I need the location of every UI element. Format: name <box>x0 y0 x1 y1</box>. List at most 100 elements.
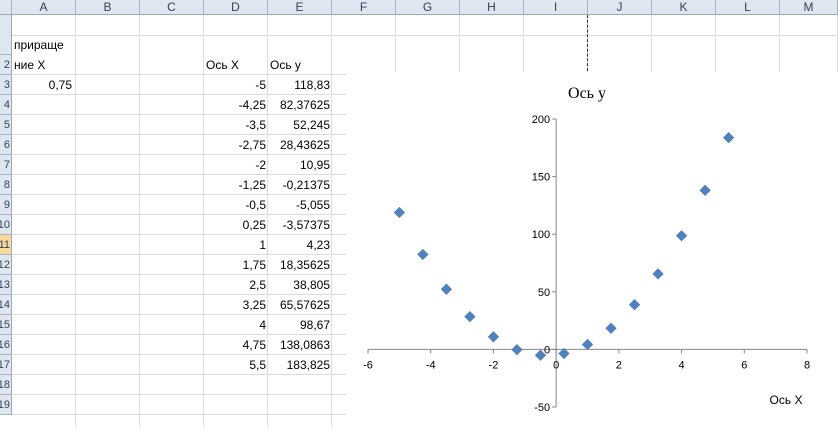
grid-col-line <box>75 15 76 427</box>
cell-y-value[interactable]: 10,95 <box>268 158 330 173</box>
cell-x-value[interactable]: -5 <box>204 78 266 93</box>
cell-y-value[interactable]: -0,21375 <box>268 178 330 193</box>
cell-a1-label-cont[interactable]: ние X <box>14 58 76 73</box>
y-tick-label: 200 <box>532 114 550 126</box>
cell-x-value[interactable]: 5,5 <box>204 358 266 373</box>
row-header-9[interactable]: 9 <box>0 195 12 215</box>
cell-x-value[interactable]: 1,75 <box>204 258 266 273</box>
row-number: 9 <box>3 198 10 211</box>
cell-x-value[interactable]: 2,5 <box>204 278 266 293</box>
row-header-13[interactable]: 13 <box>0 275 12 295</box>
cell-a1-label[interactable]: прираще <box>14 38 76 53</box>
cell-x-value[interactable]: 0,25 <box>204 218 266 233</box>
row-header-4[interactable]: 4 <box>0 95 12 115</box>
row-header-16[interactable]: 16 <box>0 335 12 355</box>
cell-e2-header[interactable]: Ось y <box>270 58 330 73</box>
data-point <box>487 331 500 343</box>
row-number: 18 <box>0 378 10 391</box>
data-point <box>699 184 711 196</box>
row-header-5[interactable]: 5 <box>0 115 12 135</box>
cell-y-value[interactable]: 65,57625 <box>268 298 330 313</box>
row-header-1[interactable] <box>0 15 12 55</box>
data-point <box>511 343 523 356</box>
row-header-3[interactable]: 3 <box>0 75 12 95</box>
data-point <box>393 206 406 219</box>
scatter-chart[interactable]: Ось y -50 0 50 100 150 200 -6 -4 -2 0 2 4 6 8 Ось X <box>346 72 838 427</box>
cell-a3-increment[interactable]: 0,75 <box>12 78 72 93</box>
select-all-corner[interactable] <box>0 0 12 15</box>
cell-y-value[interactable]: 38,805 <box>268 278 330 293</box>
cell-y-value[interactable]: 82,37625 <box>268 98 330 113</box>
cell-x-value[interactable]: -4,25 <box>204 98 266 113</box>
data-point <box>628 299 641 311</box>
row-number: 5 <box>3 118 10 131</box>
cell-y-value[interactable]: -5,055 <box>268 198 330 213</box>
row-header-18[interactable]: 18 <box>0 375 12 395</box>
cell-y-value[interactable]: 118,83 <box>268 78 330 93</box>
row-number: 4 <box>3 98 10 111</box>
data-point <box>722 131 735 144</box>
column-header-j[interactable]: J <box>588 0 652 15</box>
column-header-i[interactable]: I <box>524 0 588 15</box>
row-header-14[interactable]: 14 <box>0 295 12 315</box>
cell-x-value[interactable]: -2 <box>204 158 266 173</box>
cell-x-value[interactable]: -1,25 <box>204 178 266 193</box>
cell-y-value[interactable]: 28,43625 <box>268 138 330 153</box>
column-header-l[interactable]: L <box>716 0 780 15</box>
x-tick-label: 8 <box>804 359 810 371</box>
row-number: 14 <box>0 298 10 311</box>
cell-y-value[interactable]: 138,0863 <box>268 338 330 353</box>
cell-y-value[interactable]: 52,245 <box>268 118 330 133</box>
row-header-17[interactable]: 17 <box>0 355 12 375</box>
y-tick-label: 100 <box>532 229 550 241</box>
cell-x-value[interactable]: -0,5 <box>204 198 266 213</box>
cell-d2-header[interactable]: Ось X <box>206 58 266 73</box>
column-header-g[interactable]: G <box>396 0 460 15</box>
column-header-h[interactable]: H <box>460 0 524 15</box>
cell-y-value[interactable]: 183,825 <box>268 358 330 373</box>
chart-title: Ось y <box>568 85 606 102</box>
row-header-11[interactable]: 11 <box>0 235 12 255</box>
column-header-b[interactable]: B <box>76 0 140 15</box>
column-header-f[interactable]: F <box>332 0 396 15</box>
grid-col-line <box>331 15 332 427</box>
row-number: 7 <box>3 158 10 171</box>
row-number: 6 <box>3 138 10 151</box>
row-number: 10 <box>0 218 10 231</box>
row-header-6[interactable]: 6 <box>0 135 12 155</box>
row-number: 12 <box>0 258 10 271</box>
row-number: 3 <box>3 78 10 91</box>
x-tick-label: 6 <box>741 359 747 371</box>
row-header-7[interactable]: 7 <box>0 155 12 175</box>
cell-x-value[interactable]: 1 <box>204 238 266 253</box>
row-header-8[interactable]: 8 <box>0 175 12 195</box>
cell-y-value[interactable]: -3,57375 <box>268 218 330 233</box>
y-tick-label: 50 <box>538 287 550 299</box>
cell-x-value[interactable]: 4,75 <box>204 338 266 353</box>
column-header-d[interactable]: D <box>204 0 268 15</box>
data-point <box>581 338 594 351</box>
row-header-12[interactable]: 12 <box>0 255 12 275</box>
cell-y-value[interactable]: 18,35625 <box>268 258 330 273</box>
column-header-e[interactable]: E <box>268 0 332 15</box>
column-header-k[interactable]: K <box>652 0 716 15</box>
column-header-c[interactable]: C <box>140 0 204 15</box>
row-header-15[interactable]: 15 <box>0 315 12 335</box>
grid-col-line <box>139 15 140 427</box>
chart-canvas: Ось y-50050100150200-6 -4 -2 0 2 4 6 8Ось X <box>363 85 810 414</box>
cell-x-value[interactable]: -2,75 <box>204 138 266 153</box>
column-header-a[interactable]: A <box>12 0 76 15</box>
data-point <box>464 310 476 323</box>
cell-x-value[interactable]: 3,25 <box>204 298 266 313</box>
row-number: 15 <box>0 318 10 331</box>
row-header-10[interactable]: 10 <box>0 215 12 235</box>
row-header-19[interactable]: 19 <box>0 395 12 415</box>
cell-x-value[interactable]: -3,5 <box>204 118 266 133</box>
column-header-m[interactable]: M <box>780 0 838 15</box>
cell-x-value[interactable]: 4 <box>204 318 266 333</box>
cell-y-value[interactable]: 98,67 <box>268 318 330 333</box>
grid-row-line <box>12 35 838 36</box>
x-tick-label: -4 <box>426 359 436 371</box>
row-header-2[interactable]: 2 <box>0 55 12 75</box>
cell-y-value[interactable]: 4,23 <box>268 238 330 253</box>
